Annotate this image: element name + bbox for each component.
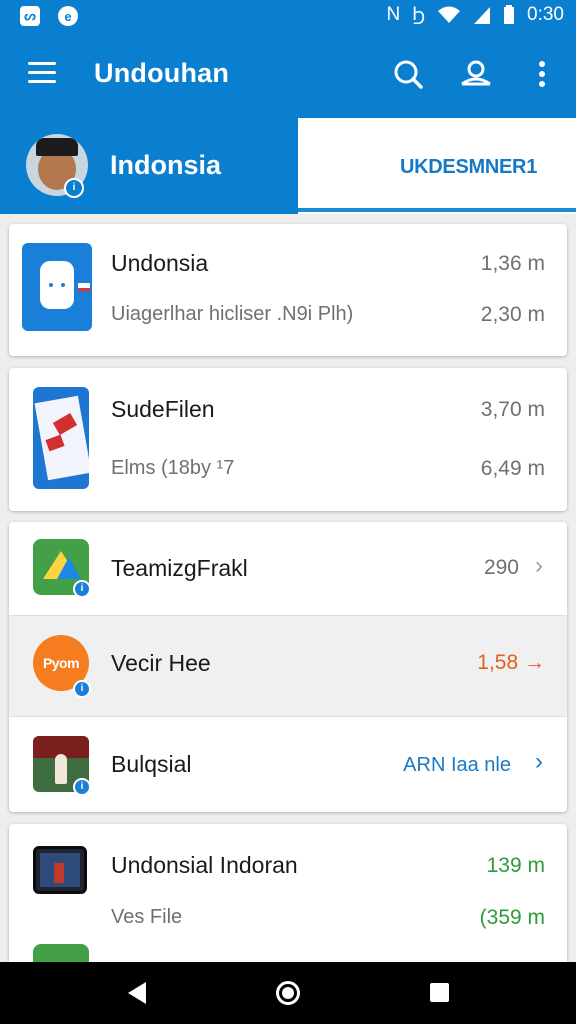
item-subtitle: Uiagerlhar hicliser .N9i Plh)	[111, 303, 354, 325]
app-title: Undouhan	[94, 58, 230, 88]
info-badge-icon: i	[73, 680, 91, 698]
tab-ukdesmner-label: UKDESMNER1	[400, 156, 538, 178]
item-title: Undonsial Indoran	[111, 852, 298, 878]
list-item-teamizgfrakl[interactable]: i TeamizgFrakl 290 ›	[9, 522, 567, 616]
status-time: 0:30	[527, 4, 564, 25]
item-title: Bulqsial	[111, 751, 192, 777]
wifi-icon	[438, 6, 461, 23]
item-title: Vecir Hee	[111, 650, 211, 676]
tab-indicator	[298, 208, 576, 212]
item-value: 3,70 m	[480, 398, 545, 421]
data-icon: Ϧ	[412, 4, 426, 25]
tab-indonsia-label: Indonsia	[110, 150, 222, 180]
item-value: 1,36 m	[480, 252, 545, 275]
app-bar: Undouhan	[0, 32, 576, 118]
item-title: Undonsia	[111, 250, 209, 276]
list-item-undonsia[interactable]: Undonsia Uiagerlhar hicliser .N9i Plh) 1…	[9, 224, 567, 356]
item-value: 290	[483, 556, 519, 579]
search-icon[interactable]	[388, 54, 428, 94]
info-badge-icon: i	[64, 178, 84, 198]
list-item-sudefilen[interactable]: SudeFilen Elms (18by ¹7 3,70 m 6,49 m	[9, 368, 567, 511]
info-badge-icon: i	[73, 580, 91, 598]
info-badge-icon: i	[73, 778, 91, 796]
item-subtitle: Elms (18by ¹7	[111, 457, 235, 479]
list-group: i TeamizgFrakl 290 › Pyom i Vecir Hee 1,…	[9, 522, 567, 812]
item-action-link[interactable]: ARN Iaa nle	[403, 754, 511, 777]
item-title: TeamizgFrakl	[111, 555, 248, 581]
account-icon[interactable]	[456, 54, 496, 94]
list-item-undonsial-indoran[interactable]: Undonsial Indoran Ves File 139 m (359 m	[9, 824, 567, 974]
app-icon-tv	[33, 846, 87, 894]
item-subtitle: Ves File	[111, 906, 183, 928]
nav-bar	[0, 962, 576, 1024]
battery-icon	[504, 5, 515, 24]
chevron-right-icon: ›	[535, 748, 543, 775]
tab-indonsia[interactable]: i Indonsia	[0, 118, 298, 214]
more-vert-icon[interactable]	[522, 54, 562, 94]
back-icon[interactable]	[128, 982, 146, 1004]
notification-circle-icon: e	[58, 6, 78, 26]
item-value-secondary: 6,49 m	[480, 457, 545, 480]
notification-app-icon: ᔕ	[20, 6, 40, 26]
status-bar: ᔕ e N Ϧ 0:30	[0, 0, 576, 32]
recents-icon[interactable]	[430, 983, 449, 1002]
tab-ukdesmner[interactable]: UKDESMNER1	[298, 118, 576, 214]
chevron-right-icon: ›	[535, 552, 543, 579]
app-icon-flags	[33, 387, 89, 489]
app-icon-phone	[22, 243, 92, 331]
signal-icon	[474, 7, 491, 24]
item-value-secondary: 2,30 m	[480, 303, 545, 326]
item-title: SudeFilen	[111, 396, 215, 422]
home-icon[interactable]	[276, 981, 300, 1005]
menu-icon[interactable]	[28, 62, 56, 86]
item-value-secondary: (359 m	[479, 906, 545, 929]
nfc-icon: N	[386, 4, 401, 25]
item-value: 139 m	[486, 854, 545, 877]
tab-bar: i Indonsia UKDESMNER1	[0, 118, 576, 214]
item-value: 1,58 →	[477, 651, 545, 674]
